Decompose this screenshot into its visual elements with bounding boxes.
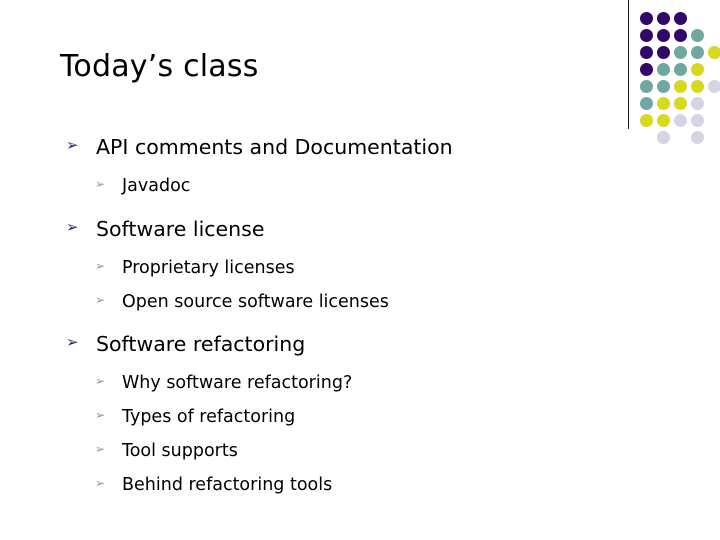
list-item-level2: ➢ Open source software licenses: [0, 288, 620, 322]
list-item-label: API comments and Documentation: [96, 135, 453, 159]
list-item-label: Software license: [96, 217, 265, 241]
bullet-arrow-icon: ➢: [95, 177, 106, 191]
bullet-arrow-icon: ➢: [95, 374, 106, 388]
slide-canvas: Today’s class ➢ API comments and Documen…: [0, 0, 720, 540]
dot-grid-dot: [691, 97, 704, 110]
dot-grid-dot: [691, 114, 704, 127]
bullet-arrow-icon: ➢: [66, 136, 79, 154]
list-item-level2: ➢ Types of refactoring: [0, 403, 620, 437]
list-item-level1: ➢ Software license: [0, 214, 620, 248]
dot-grid-dot: [657, 80, 670, 93]
dot-grid-dot: [674, 63, 687, 76]
list-item-label: Types of refactoring: [122, 407, 296, 427]
dot-grid-dot: [640, 63, 653, 76]
dot-grid-dot: [674, 29, 687, 42]
bullet-arrow-icon: ➢: [95, 408, 106, 422]
dot-grid-dot: [657, 46, 670, 59]
dot-grid-dot: [691, 131, 704, 144]
dot-grid-dot: [640, 80, 653, 93]
dot-grid-dot: [657, 63, 670, 76]
list-item-level2: ➢ Why software refactoring?: [0, 369, 620, 403]
list-item-level2: ➢ Behind refactoring tools: [0, 471, 620, 505]
dot-grid-dot: [691, 80, 704, 93]
list-item-level2: ➢ Tool supports: [0, 437, 620, 471]
dot-grid-dot: [674, 46, 687, 59]
list-item-level2: ➢ Javadoc: [0, 172, 620, 206]
list-item-label: Proprietary licenses: [122, 258, 295, 278]
dot-grid-dot: [691, 46, 704, 59]
bullet-arrow-icon: ➢: [66, 333, 79, 351]
corner-divider-line: [628, 0, 629, 129]
dot-grid-decoration: [640, 12, 720, 144]
bullet-arrow-icon: ➢: [95, 293, 106, 307]
dot-grid-dot: [674, 12, 687, 25]
dot-grid-dot: [640, 97, 653, 110]
dot-grid-dot: [691, 63, 704, 76]
list-item-label: Behind refactoring tools: [122, 475, 333, 495]
dot-grid-dot: [657, 131, 670, 144]
dot-grid-dot: [691, 29, 704, 42]
dot-grid-dot: [674, 97, 687, 110]
page-title: Today’s class: [60, 49, 259, 84]
list-item-level1: ➢ Software refactoring: [0, 329, 620, 363]
dot-grid-dot: [640, 29, 653, 42]
list-item-label: Open source software licenses: [122, 292, 389, 312]
list-item-label: Javadoc: [122, 176, 191, 196]
list-item-label: Tool supports: [122, 441, 238, 461]
list-item-label: Software refactoring: [96, 332, 306, 356]
dot-grid-dot: [674, 80, 687, 93]
dot-grid-dot: [708, 80, 720, 93]
dot-grid-dot: [708, 46, 720, 59]
list-item-label: Why software refactoring?: [122, 373, 353, 393]
bullet-arrow-icon: ➢: [95, 476, 106, 490]
dot-grid-dot: [640, 12, 653, 25]
dot-grid-dot: [640, 114, 653, 127]
bullet-arrow-icon: ➢: [95, 442, 106, 456]
dot-grid-dot: [657, 97, 670, 110]
list-item-level1: ➢ API comments and Documentation: [0, 132, 620, 166]
list-item-level2: ➢ Proprietary licenses: [0, 254, 620, 288]
dot-grid-dot: [640, 46, 653, 59]
dot-grid-dot: [657, 114, 670, 127]
dot-grid-dot: [674, 114, 687, 127]
bullet-arrow-icon: ➢: [95, 259, 106, 273]
bullet-arrow-icon: ➢: [66, 218, 79, 236]
slide-body-outline: ➢ API comments and Documentation ➢ Javad…: [0, 132, 620, 505]
dot-grid-dot: [657, 29, 670, 42]
dot-grid-dot: [657, 12, 670, 25]
